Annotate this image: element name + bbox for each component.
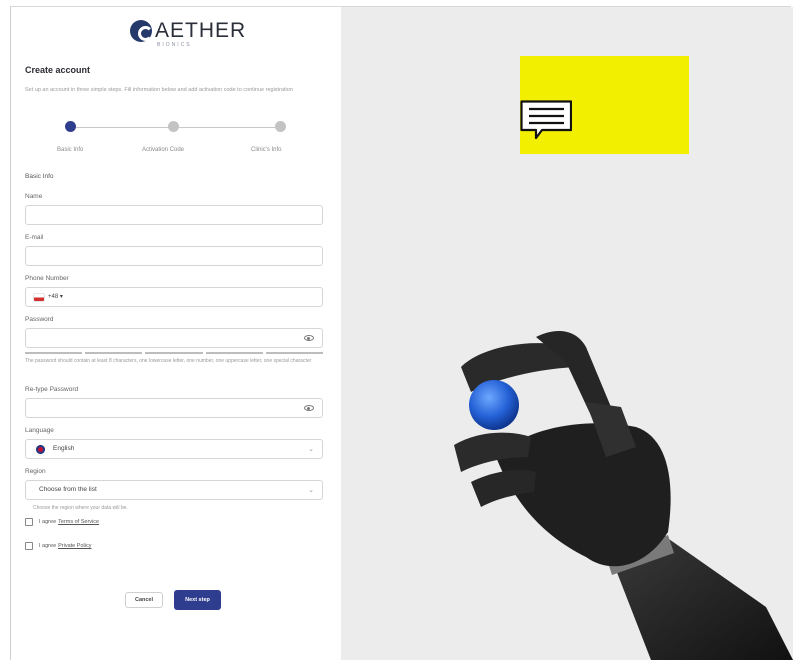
eye-icon[interactable] (304, 405, 314, 411)
region-select[interactable]: Choose from the list ⌄ (25, 480, 323, 500)
dial-code-select[interactable]: +48 ▾ (48, 293, 63, 300)
email-input[interactable] (25, 246, 323, 266)
stepper-line (179, 127, 275, 128)
region-label: Region (25, 468, 46, 475)
bionic-hand-image (454, 331, 793, 660)
language-label: Language (25, 427, 54, 434)
chevron-down-icon[interactable]: ⌄ (308, 486, 314, 494)
message-icon[interactable] (520, 100, 572, 140)
retype-password-input[interactable] (25, 398, 323, 418)
step-dot-basic-info[interactable] (65, 121, 76, 132)
step-label-clinic-info: Clinic's Info (251, 147, 282, 153)
strength-segment (265, 352, 324, 354)
step-label-activation-code: Activation Code (142, 147, 185, 153)
retype-password-label: Re-type Password (25, 386, 79, 393)
privacy-checkbox[interactable] (25, 542, 33, 550)
language-value: English (53, 445, 75, 452)
terms-row: I agree Terms of Service (25, 518, 99, 526)
logo-mark-icon (130, 20, 153, 42)
email-label: E-mail (25, 234, 44, 241)
region-placeholder: Choose from the list (39, 486, 97, 493)
terms-prefix: I agree (39, 519, 57, 525)
terms-link[interactable]: Terms of Service (58, 519, 99, 525)
strength-segment (145, 352, 203, 354)
brand-subtitle: BIONICS (157, 42, 192, 48)
password-hint: The password should contain at least 8 c… (25, 358, 312, 364)
privacy-row: I agree Private Policy (25, 542, 91, 550)
terms-checkbox[interactable] (25, 518, 33, 526)
chevron-down-icon[interactable]: ⌄ (308, 445, 314, 453)
privacy-prefix: I agree (39, 543, 57, 549)
phone-label: Phone Number (25, 275, 69, 282)
poland-flag-icon[interactable] (34, 294, 44, 301)
brand-name: AETHER (155, 19, 247, 42)
password-input[interactable] (25, 328, 323, 348)
stepper-line (71, 127, 169, 128)
next-step-button[interactable]: Next step (174, 590, 221, 610)
phone-input[interactable]: +48 ▾ (25, 287, 323, 307)
privacy-link[interactable]: Private Policy (58, 543, 91, 549)
password-strength-meter (25, 352, 324, 354)
intro-text: Set up an account in three simple steps.… (25, 87, 293, 93)
step-dot-activation-code[interactable] (168, 121, 179, 132)
hero-panel (341, 7, 793, 660)
password-label: Password (25, 316, 54, 323)
logo: AETHER BIONICS (130, 19, 247, 48)
page-title: Create account (25, 65, 91, 75)
section-title: Basic Info (25, 173, 54, 180)
name-input[interactable] (25, 205, 323, 225)
highlight-box (520, 56, 689, 154)
strength-segment (85, 352, 143, 354)
cancel-button[interactable]: Cancel (125, 592, 163, 608)
registration-panel: AETHER BIONICS Create account Set up an … (11, 7, 341, 660)
language-select[interactable]: English ⌄ (25, 439, 323, 459)
name-label: Name (25, 193, 43, 200)
step-label-basic-info: Basic Info (57, 147, 84, 153)
strength-segment (25, 352, 83, 354)
eye-icon[interactable] (304, 335, 314, 341)
strength-segment (205, 352, 263, 354)
step-dot-clinic-info[interactable] (275, 121, 286, 132)
region-hint: Choose the region where your data will b… (33, 505, 128, 511)
uk-flag-icon (36, 445, 45, 454)
